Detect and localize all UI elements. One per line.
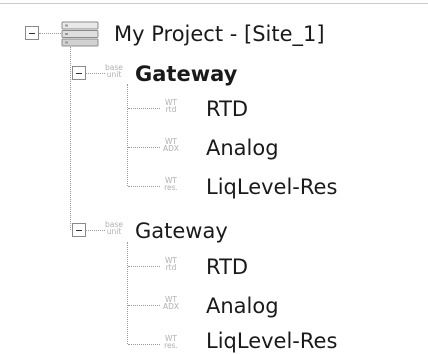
wt-res-icon: WT res.	[164, 334, 178, 350]
gateway-label: Gateway	[135, 62, 238, 86]
rtd-label: RTD	[206, 255, 249, 279]
tree-guide-gateway-1	[127, 84, 128, 186]
top-divider	[0, 3, 428, 4]
liqlevel-res-label: LiqLevel-Res	[206, 329, 338, 353]
wt-adx-icon: WT ADX	[162, 295, 180, 311]
collapse-toggle-gateway[interactable]	[72, 223, 86, 237]
tree-connector-child	[128, 305, 160, 306]
tree-connector-child	[128, 344, 160, 345]
wt-rtd-icon: WT rtd	[165, 256, 177, 272]
liqlevel-res-label: LiqLevel-Res	[206, 175, 338, 199]
tree-connector-root	[39, 33, 61, 34]
server-stack-icon	[61, 21, 99, 47]
tree-guide-root	[70, 47, 71, 230]
rtd-label: RTD	[206, 97, 249, 121]
tree-connector-gateway-2	[85, 230, 105, 231]
collapse-toggle-root[interactable]	[25, 26, 39, 40]
tree-connector-gateway-1	[85, 73, 105, 74]
tree-connector-child	[128, 147, 160, 148]
tree-connector-child	[128, 108, 160, 109]
analog-label: Analog	[206, 294, 279, 318]
analog-label: Analog	[206, 136, 279, 160]
tree-guide-gateway-2	[127, 242, 128, 344]
wt-adx-icon: WT ADX	[162, 137, 180, 153]
tree-connector-child	[128, 186, 160, 187]
base-unit-icon: base unit	[105, 220, 123, 236]
tree-connector-child	[128, 266, 160, 267]
wt-res-icon: WT res.	[164, 176, 178, 192]
collapse-toggle-gateway[interactable]	[72, 66, 86, 80]
base-unit-icon: base unit	[105, 63, 123, 79]
wt-rtd-icon: WT rtd	[165, 98, 177, 114]
root-node-label: My Project - [Site_1]	[114, 22, 325, 46]
gateway-label: Gateway	[135, 219, 228, 243]
